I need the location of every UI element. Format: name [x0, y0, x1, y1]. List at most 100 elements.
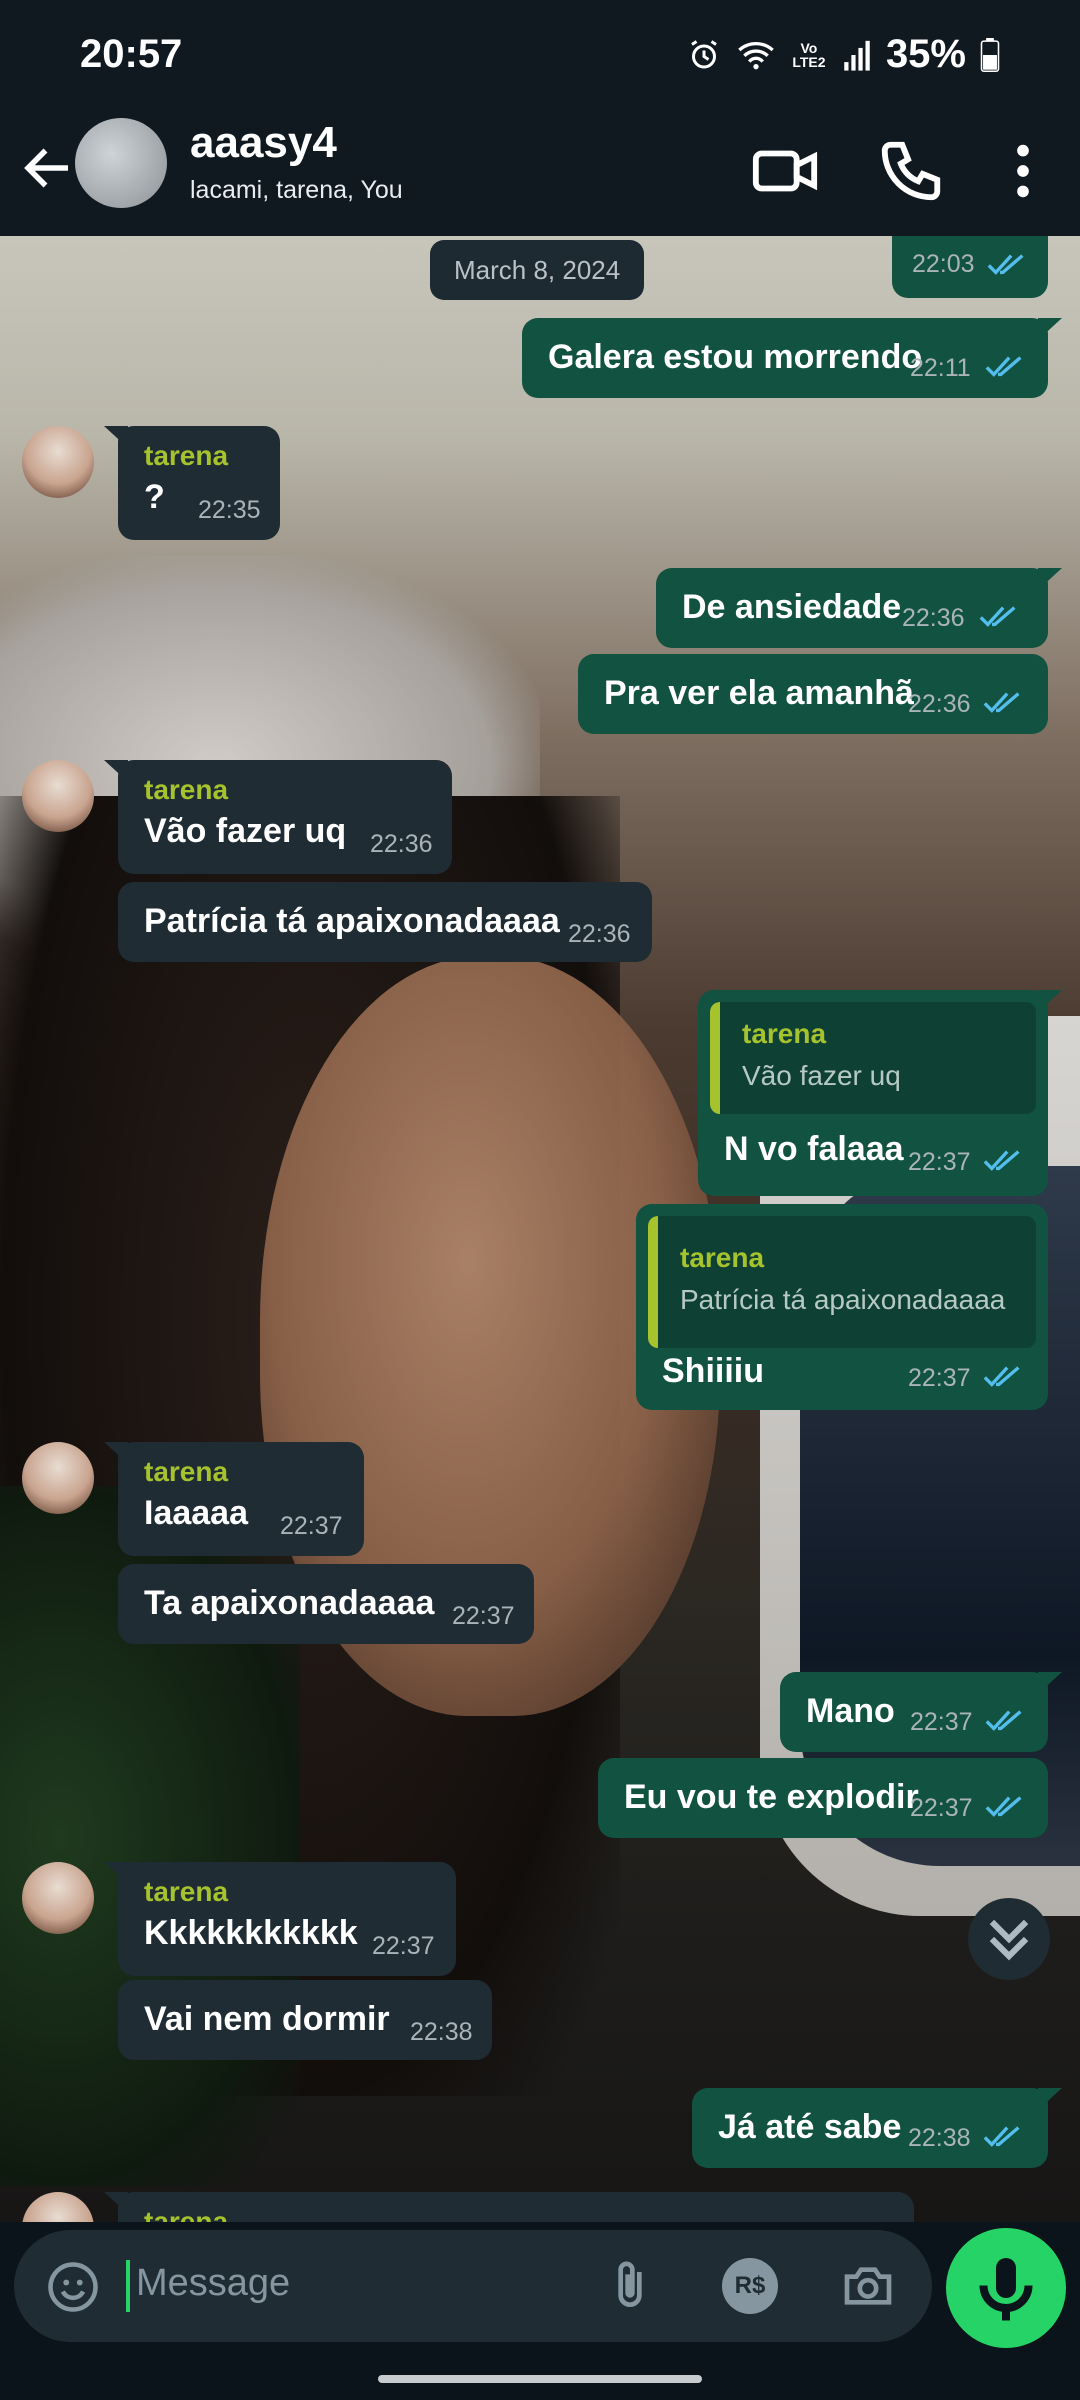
sender-name[interactable]: tarena — [144, 774, 228, 806]
message-time: 22:37 — [910, 1794, 973, 1822]
voice-call-icon[interactable] — [876, 136, 946, 206]
message-composer[interactable]: Message R$ — [14, 2230, 932, 2342]
quoted-text: Patrícia tá apaixonadaaaa — [680, 1284, 1006, 1315]
read-receipt-icon — [983, 692, 1020, 713]
message-time: 22:37 — [908, 1364, 971, 1392]
message-time: 22:03 — [912, 250, 975, 278]
message-time: 22:37 — [908, 1148, 971, 1176]
message-text: Eu vou te explodir — [624, 1778, 919, 1816]
message-incoming[interactable]: tarena Vão fazer uq 22:36 — [104, 760, 452, 874]
home-indicator[interactable] — [378, 2375, 702, 2383]
message-time: 22:36 — [568, 920, 631, 948]
chat-header: aaasy4 lacami, tarena, You — [0, 118, 1080, 236]
message-time: 22:37 — [452, 1602, 515, 1630]
message-time: 22:37 — [280, 1512, 343, 1540]
message-outgoing[interactable]: Pra ver ela amanhã 22:36 — [578, 654, 1048, 734]
chat-participants[interactable]: lacami, tarena, You — [190, 176, 403, 205]
sender-name[interactable]: tarena — [144, 1876, 228, 1908]
quoted-message[interactable]: tarena Vão fazer uq — [710, 1002, 1036, 1114]
scroll-down-icon — [989, 1919, 1029, 1961]
message-incoming[interactable]: tarena Iaaaaa 22:37 — [104, 1442, 364, 1556]
mic-icon — [979, 2258, 1033, 2321]
message-time: 22:38 — [410, 2018, 473, 2046]
message-time: 22:37 — [372, 1932, 435, 1960]
message-outgoing[interactable]: 22:03 — [892, 236, 1048, 298]
chat-title[interactable]: aaasy4 — [190, 118, 337, 168]
quoted-sender: tarena — [680, 1242, 765, 1273]
camera-icon[interactable] — [840, 2258, 896, 2314]
message-text: Ta apaixonadaaaa — [144, 1584, 435, 1622]
quoted-sender: tarena — [742, 1018, 827, 1049]
message-outgoing[interactable]: Mano 22:37 — [780, 1672, 1062, 1752]
emoji-icon[interactable] — [46, 2260, 100, 2314]
message-input[interactable]: Message — [136, 2262, 290, 2305]
message-time: 22:35 — [198, 496, 261, 524]
message-text: Vai nem dormir — [144, 2000, 390, 2038]
message-text: Vão fazer uq — [144, 812, 347, 850]
scroll-to-bottom-button[interactable] — [968, 1898, 1050, 1980]
sender-name[interactable]: tarena — [144, 440, 228, 472]
read-receipt-icon — [979, 606, 1016, 627]
read-receipt-icon — [985, 1796, 1022, 1817]
message-text: Kkkkkkkkkkk — [144, 1914, 358, 1952]
message-time: 22:36 — [370, 830, 433, 858]
message-outgoing[interactable]: De ansiedade 22:36 — [656, 568, 1062, 648]
sender-avatar[interactable] — [22, 760, 94, 832]
sender-name[interactable]: tarena — [144, 2206, 228, 2222]
sender-avatar[interactable] — [22, 2192, 94, 2222]
message-text: N vo falaaa — [724, 1130, 904, 1168]
back-arrow-icon[interactable] — [18, 138, 78, 198]
message-time: 22:37 — [910, 1708, 973, 1736]
message-incoming[interactable]: Vai nem dormir 22:38 — [118, 1980, 492, 2060]
more-options-icon[interactable] — [988, 136, 1058, 206]
message-incoming[interactable]: tarena Kkkkkkkkkkk 22:37 — [104, 1862, 456, 1976]
message-text: Pra ver ela amanhã — [604, 674, 914, 712]
attach-icon[interactable] — [602, 2258, 658, 2314]
message-incoming[interactable]: Patrícia tá apaixonadaaaa 22:36 — [118, 882, 652, 962]
date-chip: March 8, 2024 — [430, 240, 645, 300]
message-incoming[interactable]: tarena — [104, 2192, 914, 2222]
payment-button[interactable]: R$ — [722, 2258, 778, 2314]
read-receipt-icon — [983, 1366, 1020, 1387]
message-outgoing[interactable]: Já até sabe 22:38 — [692, 2088, 1062, 2168]
battery-icon — [980, 37, 1000, 72]
chat-area[interactable]: March 8, 2024 22:03 Galera estou morrend… — [0, 236, 1080, 2222]
message-incoming[interactable]: tarena ? 22:35 — [104, 426, 280, 540]
read-receipt-icon — [985, 356, 1022, 377]
message-text: Iaaaaa — [144, 1494, 248, 1532]
quoted-message[interactable]: tarena Patrícia tá apaixonadaaaa — [648, 1216, 1036, 1348]
status-time: 20:57 — [80, 32, 183, 76]
sender-avatar[interactable] — [22, 426, 94, 498]
battery-percent: 35% — [885, 32, 966, 76]
sender-avatar[interactable] — [22, 1442, 94, 1514]
message-time: 22:36 — [902, 604, 965, 632]
voice-record-button[interactable] — [946, 2228, 1066, 2348]
message-text: Shiiiiu — [662, 1352, 764, 1390]
message-time: 22:38 — [908, 2124, 971, 2152]
read-receipt-icon — [983, 1150, 1020, 1171]
message-text: De ansiedade — [682, 588, 902, 626]
status-icons: Vo LTE2 35% — [686, 32, 1000, 77]
message-outgoing[interactable]: Galera estou morrendo 22:11 — [522, 318, 1062, 398]
message-text: ? — [144, 478, 165, 516]
sender-avatar[interactable] — [22, 1862, 94, 1934]
sender-name[interactable]: tarena — [144, 1456, 228, 1488]
message-outgoing-reply[interactable]: tarena Patrícia tá apaixonadaaaa Shiiiiu… — [636, 1204, 1048, 1410]
system-nav-bar — [0, 2356, 1080, 2400]
message-outgoing[interactable]: Eu vou te explodir 22:37 — [598, 1758, 1048, 1838]
video-call-icon[interactable] — [750, 136, 820, 206]
text-cursor — [126, 2260, 130, 2312]
message-outgoing-reply[interactable]: tarena Vão fazer uq N vo falaaa 22:37 — [698, 990, 1062, 1196]
message-time: 22:11 — [910, 354, 971, 382]
message-text: Galera estou morrendo — [548, 338, 923, 376]
quoted-text: Vão fazer uq — [742, 1060, 901, 1091]
message-text: Patrícia tá apaixonadaaaa — [144, 902, 560, 940]
message-incoming[interactable]: Ta apaixonadaaaa 22:37 — [118, 1564, 534, 1644]
read-receipt-icon — [985, 1710, 1022, 1731]
alarm-icon — [691, 39, 717, 68]
message-text: Já até sabe — [718, 2108, 902, 2146]
signal-icon — [844, 40, 870, 71]
group-avatar[interactable] — [75, 118, 167, 208]
network-type: Vo LTE2 — [792, 39, 826, 70]
read-receipt-icon — [983, 2126, 1020, 2147]
